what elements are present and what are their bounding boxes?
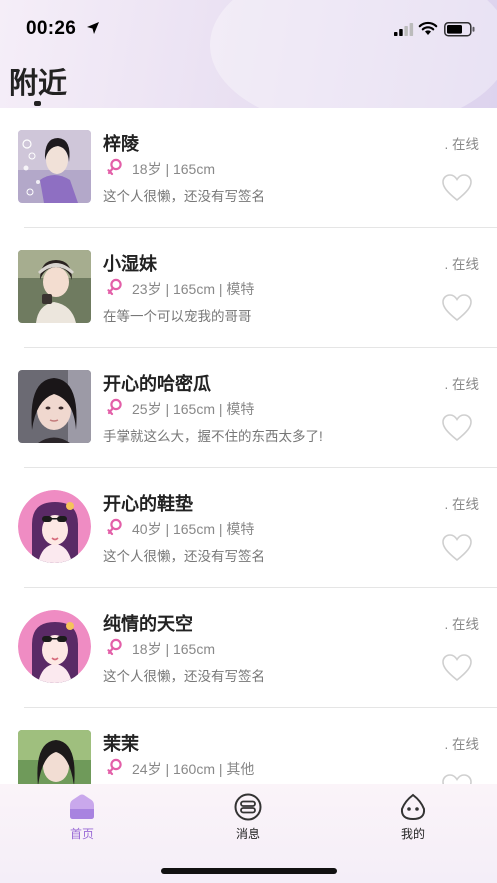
heart-icon[interactable]: [441, 293, 473, 323]
heart-icon[interactable]: [441, 533, 473, 563]
female-icon: [107, 518, 122, 536]
tab-indicator: [34, 101, 41, 106]
user-avatar[interactable]: [18, 730, 91, 784]
user-row[interactable]: 茉茉 24岁 | 160cm | 其他 . 在线: [0, 708, 497, 784]
user-info: 24岁 | 160cm | 其他: [132, 761, 255, 777]
online-status: . 在线: [444, 257, 479, 272]
user-avatar[interactable]: [18, 370, 91, 443]
user-list[interactable]: 梓陵 18岁 | 165cm 这个人很懒，还没有写签名 . 在线 小湿妹 23岁…: [0, 108, 497, 784]
user-bio: 这个人很懒，还没有写签名: [103, 669, 265, 684]
battery-icon: [444, 22, 475, 37]
user-info: 23岁 | 165cm | 模特: [132, 281, 255, 297]
female-icon: [107, 158, 122, 176]
tab-home[interactable]: 首页: [42, 792, 122, 847]
user-name: 梓陵: [103, 134, 139, 154]
message-icon: [234, 793, 262, 821]
user-info: 18岁 | 165cm: [132, 161, 216, 177]
user-bio: 在等一个可以宠我的哥哥: [103, 309, 252, 324]
signal-icon: [394, 23, 414, 36]
heart-icon[interactable]: [441, 173, 473, 203]
tab-profile[interactable]: 我的: [373, 792, 453, 847]
tab-label: 消息: [235, 827, 260, 841]
user-name: 开心的鞋垫: [103, 494, 193, 514]
user-name: 小湿妹: [103, 254, 157, 274]
female-icon: [107, 758, 122, 776]
user-name: 茉茉: [103, 734, 139, 754]
profile-icon: [400, 793, 426, 821]
female-icon: [107, 278, 122, 296]
female-icon: [107, 638, 122, 656]
online-status: . 在线: [444, 137, 479, 152]
heart-icon[interactable]: [441, 653, 473, 683]
female-icon: [107, 398, 122, 416]
status-bar: 00:26: [0, 0, 497, 58]
user-bio: 这个人很懒，还没有写签名: [103, 189, 265, 204]
online-status: . 在线: [444, 617, 479, 632]
home-indicator: [161, 868, 337, 874]
wifi-icon: [418, 21, 438, 35]
user-info: 18岁 | 165cm: [132, 641, 216, 657]
user-name: 开心的哈密瓜: [103, 374, 211, 394]
user-bio: 这个人很懒，还没有写签名: [103, 549, 265, 564]
user-info: 25岁 | 165cm | 模特: [132, 401, 255, 417]
status-time: 00:26: [26, 18, 77, 39]
user-avatar[interactable]: [18, 610, 91, 683]
page-title: 附近: [9, 68, 68, 100]
user-row[interactable]: 开心的鞋垫 40岁 | 165cm | 模特 这个人很懒，还没有写签名 . 在线: [0, 468, 497, 588]
user-row[interactable]: 小湿妹 23岁 | 165cm | 模特 在等一个可以宠我的哥哥 . 在线: [0, 228, 497, 348]
online-status: . 在线: [444, 497, 479, 512]
heart-icon[interactable]: [441, 413, 473, 443]
user-avatar[interactable]: [18, 130, 91, 203]
user-info: 40岁 | 165cm | 模特: [132, 521, 255, 537]
user-bio: 手掌就这么大，握不住的东西太多了!: [103, 429, 323, 444]
tab-label: 首页: [69, 827, 94, 841]
home-icon: [70, 794, 94, 819]
tab-messages[interactable]: 消息: [208, 792, 288, 847]
user-name: 纯情的天空: [103, 614, 193, 634]
online-status: . 在线: [444, 737, 479, 752]
user-avatar[interactable]: [18, 250, 91, 323]
user-avatar[interactable]: [18, 490, 91, 563]
tab-label: 我的: [400, 827, 425, 841]
heart-icon[interactable]: [441, 773, 473, 784]
user-row[interactable]: 开心的哈密瓜 25岁 | 165cm | 模特 手掌就这么大，握不住的东西太多了…: [0, 348, 497, 468]
user-row[interactable]: 梓陵 18岁 | 165cm 这个人很懒，还没有写签名 . 在线: [0, 108, 497, 228]
location-arrow-icon: [87, 22, 99, 34]
user-row[interactable]: 纯情的天空 18岁 | 165cm 这个人很懒，还没有写签名 . 在线: [0, 588, 497, 708]
online-status: . 在线: [444, 377, 479, 392]
